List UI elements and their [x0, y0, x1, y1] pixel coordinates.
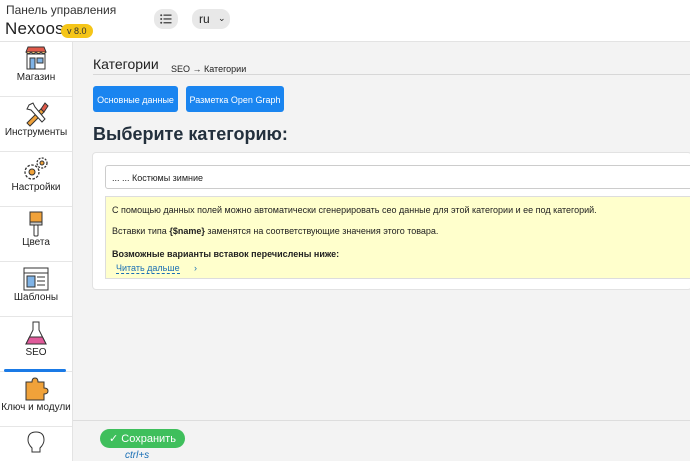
- sidebar-item-label: Ключ и модули: [1, 402, 71, 413]
- language-select[interactable]: ru ⌄: [192, 9, 230, 29]
- sidebar-item-templates[interactable]: Шаблоны: [0, 262, 72, 317]
- info-text-2: Вставки типа {$name} заменятся на соотве…: [112, 226, 438, 236]
- brush-icon: [29, 211, 43, 237]
- sidebar-item-label: Инструменты: [4, 127, 68, 138]
- menu-toggle-button[interactable]: [154, 9, 178, 29]
- sidebar-item-label: SEO: [25, 347, 47, 358]
- info-text-2-pre: Вставки типа: [112, 226, 170, 236]
- sidebar-item-tools[interactable]: Инструменты: [0, 97, 72, 152]
- version-badge: v 8.0: [61, 24, 93, 38]
- tab-main-data[interactable]: Основные данные: [93, 86, 178, 112]
- brand-subtitle: Панель управления: [6, 3, 117, 17]
- sidebar-item-label: Настройки: [11, 182, 61, 193]
- sidebar-item-store[interactable]: Магазин: [0, 42, 72, 97]
- language-value: ru: [199, 12, 210, 26]
- category-card: ... ... Костюмы зимние С помощью данных …: [92, 152, 690, 290]
- info-text-2-post: заменятся на соответствующие значения эт…: [204, 226, 439, 236]
- sidebar-item-colors[interactable]: Цвета: [0, 207, 72, 262]
- sidebar: Магазин Инструменты Настройки Цвета Шабл…: [0, 42, 73, 461]
- info-box: С помощью данных полей можно автоматичес…: [105, 196, 690, 279]
- brand-name[interactable]: Nexoos: [5, 19, 64, 39]
- breadcrumb: SEO → Категории: [171, 64, 247, 74]
- sidebar-item-seo[interactable]: SEO: [0, 317, 72, 372]
- sidebar-item-ideas[interactable]: [0, 427, 72, 461]
- store-icon: [25, 46, 47, 70]
- templates-icon: [23, 267, 49, 291]
- category-select[interactable]: ... ... Костюмы зимние: [105, 165, 690, 189]
- chevron-down-icon: ⌄: [218, 13, 226, 23]
- sidebar-item-label: Шаблоны: [13, 292, 59, 303]
- sidebar-item-label: Магазин: [16, 72, 56, 83]
- tools-icon: [26, 102, 49, 127]
- sidebar-item-key-modules[interactable]: Ключ и модули: [0, 372, 72, 427]
- save-button[interactable]: ✓ Сохранить: [100, 429, 185, 448]
- top-header: Панель управления Nexoos v 8.0 ru ⌄: [0, 0, 690, 42]
- puzzle-icon: [25, 377, 49, 401]
- footer-bar: ✓ Сохранить ctrl+s: [73, 420, 690, 461]
- tab-open-graph[interactable]: Разметка Open Graph: [186, 86, 284, 112]
- list-icon: [160, 14, 172, 24]
- info-text-3: Возможные варианты вставок перечислены н…: [112, 249, 340, 259]
- gears-icon: [24, 157, 48, 180]
- template-token: {$name}: [169, 226, 205, 236]
- sidebar-item-label: Цвета: [22, 237, 50, 248]
- main-content: Категории SEO → Категории Основные данны…: [73, 42, 690, 461]
- section-heading: Выберите категорию:: [93, 124, 288, 144]
- flask-icon: [25, 321, 47, 345]
- sidebar-item-settings[interactable]: Настройки: [0, 152, 72, 207]
- chevron-right-icon: ›: [194, 263, 197, 273]
- info-text-1: С помощью данных полей можно автоматичес…: [112, 205, 597, 215]
- title-divider: [93, 74, 690, 75]
- page-title: Категории: [93, 56, 159, 72]
- read-more-link[interactable]: Читать дальше: [116, 263, 180, 274]
- save-shortcut-hint: ctrl+s: [125, 450, 150, 461]
- lightbulb-icon: [27, 431, 45, 453]
